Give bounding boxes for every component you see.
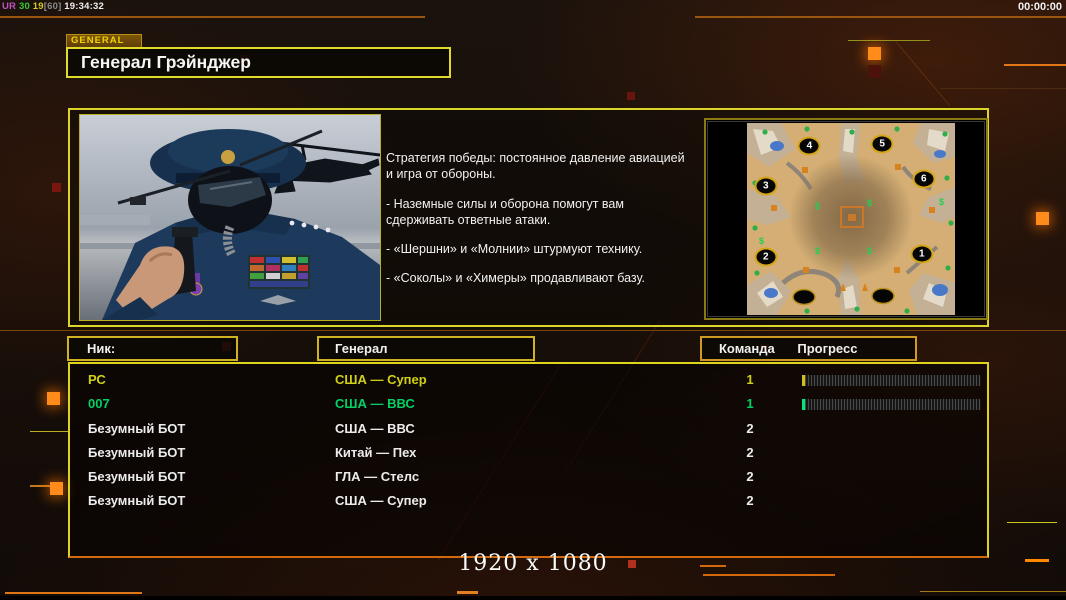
briefing-paragraph: - «Шершни» и «Молнии» штурмуют технику. (386, 242, 643, 256)
general-portrait (79, 114, 381, 321)
map-start-position: 6 (912, 169, 936, 189)
player-general: США — ВВС (335, 420, 415, 436)
briefing-paragraph: Стратегия победы: постоянное давление ав… (386, 151, 685, 182)
briefing-paragraph: - «Соколы» и «Химеры» продавливают базу. (386, 271, 645, 286)
briefing-text: Стратегия победы: постоянное давление ав… (386, 150, 708, 300)
player-team: 2 (746, 469, 754, 485)
player-nick: Безумный БОТ (88, 469, 186, 485)
map-start-position: 3 (754, 176, 778, 196)
column-header-progress: Прогресс (797, 341, 858, 356)
player-nick: Безумный БОТ (88, 493, 186, 509)
page-title: Генерал Грэйнджер (66, 47, 451, 78)
player-progress-bar (802, 375, 981, 386)
gentool-part: 19 (32, 1, 44, 12)
player-progress-bar (802, 399, 981, 411)
player-nick: РС (88, 372, 106, 387)
player-nick: Безумный БОТ (88, 420, 186, 436)
bottom-bar (0, 596, 1066, 600)
player-table: РС США — Супер 1 007 США — ВВС 1 Безумный БОТ С… (68, 362, 989, 558)
player-team: 1 (746, 396, 754, 412)
map-start-position: 2 (754, 247, 778, 267)
match-timer: 00:00:00 (1017, 1, 1062, 13)
player-general: США — Супер (335, 493, 427, 509)
player-team: 2 (746, 493, 754, 509)
map-start-position: 5 (870, 134, 894, 154)
player-team: 2 (746, 420, 754, 436)
portrait-art (80, 115, 380, 320)
player-general: ГЛА — Стелс (335, 469, 420, 485)
player-nick: 007 (88, 396, 110, 412)
column-header-team: Команда (719, 341, 775, 356)
player-row: Безумный БОТ Китай — Пех 2 (70, 442, 987, 466)
column-header-general: Генерал (317, 336, 535, 361)
player-row: 007 США — ВВС 1 (70, 393, 987, 417)
player-row: Безумный БОТ США — Супер 2 (70, 490, 987, 514)
player-team: 1 (746, 372, 754, 387)
player-general: США — ВВС (335, 396, 415, 412)
gentool-part: UR (2, 1, 19, 12)
resolution-label: 1920 x 1080 (458, 551, 608, 576)
briefing-paragraph: - Наземные силы и оборона помогут вам сд… (386, 196, 624, 227)
map-start-position: 1 (910, 244, 934, 264)
player-row: Безумный БОТ США — ВВС 2 (70, 418, 987, 442)
player-nick: Безумный БОТ (88, 444, 186, 460)
map-preview: $ $ $ $ $ $ 453621 (704, 118, 988, 320)
column-header-nick: Ник: (67, 336, 238, 361)
gentool-overlay: UR 30 19[60] 19:34:32 (2, 1, 104, 12)
player-general: США — Супер (335, 372, 427, 387)
gentool-part: [60] (43, 1, 65, 12)
player-team: 2 (746, 444, 754, 460)
map-terrain: $ $ $ $ $ $ 453621 (747, 123, 955, 315)
player-row: Безумный БОТ ГЛА — Стелс 2 (70, 466, 987, 490)
player-rows: РС США — Супер 1 007 США — ВВС 1 Безумный БОТ С… (70, 369, 987, 515)
general-info-panel: Стратегия победы: постоянное давление ав… (68, 108, 989, 327)
map-markers: 4 5 3 6 2 1 (747, 123, 955, 315)
player-row: РС США — Супер 1 (70, 369, 987, 393)
map-start-position: 4 (797, 136, 821, 156)
ribbon-rack (248, 255, 310, 289)
gentool-part: 19:34:32 (64, 1, 104, 12)
player-general: Китай — Пех (335, 444, 417, 460)
column-header-team-progress: Команда Прогресс (700, 336, 917, 361)
gentool-part: 30 (18, 1, 33, 12)
